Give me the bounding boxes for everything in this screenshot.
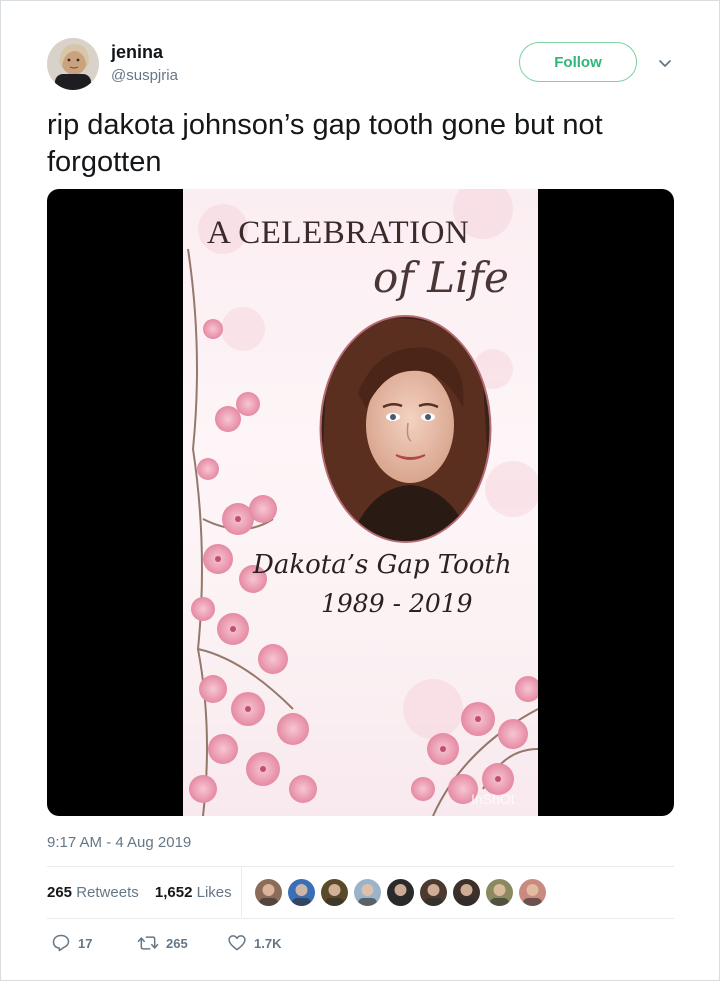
chevron-down-icon[interactable] xyxy=(656,55,674,73)
watermark: InShOt xyxy=(471,791,515,807)
retweets-count: 265 xyxy=(47,884,73,901)
reply-button[interactable]: 17 xyxy=(51,933,92,953)
tweet-media[interactable]: A CELEBRATION of Life Dakota’s Gap Tooth… xyxy=(47,189,674,816)
likes-count: 1,652 xyxy=(154,884,193,901)
retweets-label: Retweets xyxy=(76,884,139,901)
retweets-stat[interactable]: 265 Retweets xyxy=(47,884,139,901)
divider xyxy=(47,918,674,919)
liker-avatar[interactable] xyxy=(354,879,381,906)
reply-icon xyxy=(52,934,70,952)
liker-avatar[interactable] xyxy=(255,879,282,906)
reply-count: 17 xyxy=(78,935,93,951)
liker-avatar[interactable] xyxy=(288,879,315,906)
liker-avatar[interactable] xyxy=(420,879,447,906)
tweet-card: jenina @suspjria Follow rip dakota johns… xyxy=(0,0,720,981)
divider xyxy=(241,867,242,917)
card-heading: A CELEBRATION xyxy=(207,215,470,251)
likes-stat[interactable]: 1,652 Likes xyxy=(155,884,232,901)
tweet-timestamp[interactable]: 9:17 AM - 4 Aug 2019 xyxy=(47,834,191,851)
portrait-image xyxy=(319,315,492,543)
liker-avatar[interactable] xyxy=(486,879,513,906)
card-subheading: of Life xyxy=(373,253,509,302)
like-button[interactable]: 1.7K xyxy=(227,933,281,953)
retweet-count: 265 xyxy=(166,935,188,951)
retweet-icon xyxy=(137,936,159,950)
tweet-text: rip dakota johnson’s gap tooth gone but … xyxy=(47,109,603,178)
likes-label: Likes xyxy=(196,884,232,901)
liker-avatar[interactable] xyxy=(321,879,348,906)
card-years: 1989 - 2019 xyxy=(321,589,473,618)
liker-avatars xyxy=(255,879,546,906)
user-handle[interactable]: @suspjria xyxy=(111,67,178,84)
avatar[interactable] xyxy=(47,38,99,90)
heart-icon xyxy=(228,935,246,951)
card-name-line: Dakota’s Gap Tooth xyxy=(253,550,512,580)
liker-avatar[interactable] xyxy=(453,879,480,906)
retweet-button[interactable]: 265 xyxy=(137,933,188,953)
like-count: 1.7K xyxy=(254,935,282,951)
liker-avatar[interactable] xyxy=(387,879,414,906)
divider xyxy=(47,866,674,867)
memorial-card-image: A CELEBRATION of Life Dakota’s Gap Tooth… xyxy=(183,189,538,816)
avatar-image xyxy=(47,38,99,90)
tweet-stats: 265 Retweets 1,652 Likes xyxy=(47,884,244,901)
display-name[interactable]: jenina xyxy=(111,42,163,63)
follow-button[interactable]: Follow xyxy=(519,42,637,82)
liker-avatar[interactable] xyxy=(519,879,546,906)
